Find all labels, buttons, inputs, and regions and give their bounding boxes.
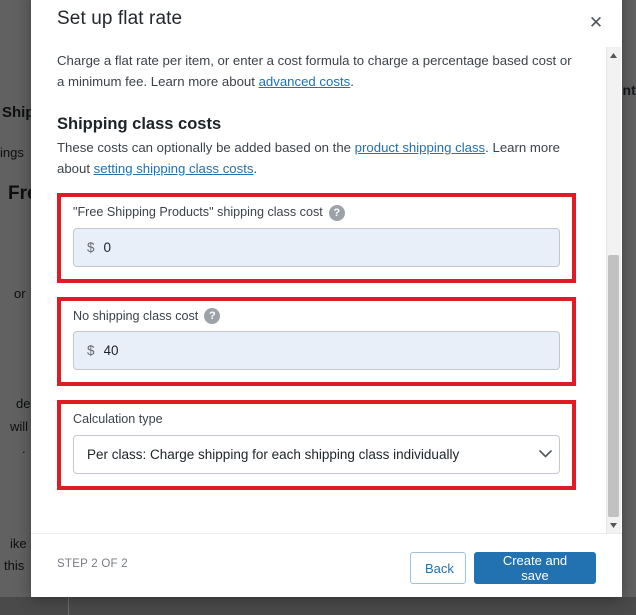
calculation-type-label-text: Calculation type [73,412,163,427]
background-text-fragment: ings [0,145,24,160]
annotation-box-free-shipping-cost: "Free Shipping Products" shipping class … [57,193,576,283]
scroll-down-arrow-icon[interactable] [606,518,621,533]
no-shipping-class-cost-label: No shipping class cost ? [73,307,560,324]
chevron-down-icon[interactable] [531,447,559,461]
scroll-up-arrow-icon[interactable] [606,48,621,63]
modal-content: Charge a flat rate per item, or enter a … [31,47,602,490]
background-text-fragment: will [10,419,29,434]
currency-symbol-icon: $ [87,239,95,255]
calculation-type-value: Per class: Charge shipping for each ship… [87,446,460,462]
desc-text-3: . [253,160,258,176]
free-shipping-class-cost-label-text: "Free Shipping Products" shipping class … [73,205,323,220]
modal-scrollbar-thumb[interactable] [608,255,619,517]
free-shipping-class-cost-input[interactable] [94,229,559,265]
back-button[interactable]: Back [410,552,466,584]
background-text-fragment: de [16,396,31,411]
desc-text-1: These costs can optionally be added base… [57,139,355,155]
intro-text-after: . [350,73,354,89]
help-icon[interactable]: ? [328,204,345,221]
annotation-box-calculation-type: Calculation type Per class: Charge shipp… [57,400,576,490]
page-title: Set up flat rate [57,8,183,29]
background-text-fragment: . [22,441,26,456]
calculation-type-select[interactable]: Per class: Charge shipping for each ship… [73,434,560,474]
close-icon[interactable]: ✕ [583,10,609,36]
background-text-fragment: Ship [2,104,35,121]
page-bottom-bar [0,597,636,615]
modal-scroll-body: Charge a flat rate per item, or enter a … [31,47,622,533]
setting-shipping-class-costs-link[interactable]: setting shipping class costs [94,161,254,176]
modal-footer: STEP 2 OF 2 Back Create and save [31,533,622,597]
help-icon[interactable]: ? [204,307,221,324]
background-text-fragment: ike [10,536,27,551]
currency-symbol-icon: $ [87,343,95,359]
annotation-box-no-shipping-class-cost: No shipping class cost ? $ [57,296,576,387]
advanced-costs-link[interactable]: advanced costs [259,74,351,89]
no-shipping-class-cost-input-wrap[interactable]: $ [73,331,560,371]
intro-paragraph: Charge a flat rate per item, or enter a … [57,47,576,93]
calculation-type-label: Calculation type [73,411,560,427]
background-text-fragment: this [4,558,25,573]
no-shipping-class-cost-input[interactable] [94,333,559,369]
page-bottom-divider [68,597,69,615]
flat-rate-setup-modal: Set up flat rate ✕ Charge a flat rate pe… [31,0,622,597]
step-indicator: STEP 2 OF 2 [57,558,128,570]
free-shipping-class-cost-input-wrap[interactable]: $ [73,227,560,267]
product-shipping-class-link[interactable]: product shipping class [355,140,485,155]
section-description: These costs can optionally be added base… [57,134,576,180]
no-shipping-class-cost-label-text: No shipping class cost [73,308,199,323]
background-text-fragment: or [14,286,26,301]
free-shipping-class-cost-label: "Free Shipping Products" shipping class … [73,204,560,221]
create-and-save-button[interactable]: Create and save [474,552,596,584]
section-heading: Shipping class costs [57,114,222,133]
modal-header: Set up flat rate ✕ [31,0,622,47]
